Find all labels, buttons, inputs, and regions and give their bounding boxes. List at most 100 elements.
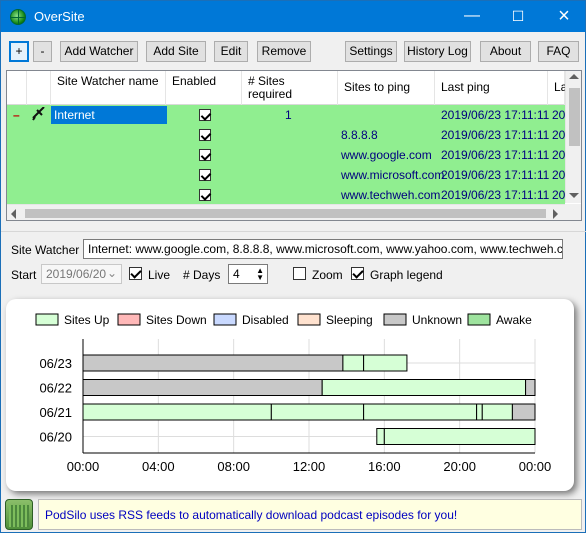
maximize-button[interactable]: ☐: [495, 1, 541, 32]
grid-header-last-column[interactable]: La: [548, 71, 567, 105]
graph-legend-checkbox[interactable]: [351, 267, 364, 280]
scroll-down-icon[interactable]: [569, 193, 579, 198]
last-column-value: 20: [552, 128, 566, 142]
site-to-ping: www.google.com: [341, 148, 432, 162]
podsilo-message[interactable]: PodSilo uses RSS feeds to automatically …: [38, 499, 582, 530]
legend-swatch: [213, 313, 237, 326]
last-ping: 2019/06/23 17:11:11: [441, 148, 550, 162]
grid-header-sites-required[interactable]: # Sites required: [242, 71, 338, 105]
enabled-checkbox[interactable]: [199, 109, 211, 121]
history-chart: Sites Up Sites Down Disabled Sleeping Unknow…: [35, 313, 552, 474]
last-ping: 2019/06/23 17:11:11: [441, 168, 550, 182]
table-row[interactable]: www.microsoft.com 2019/06/23 17:11:11 20: [7, 165, 565, 185]
enabled-checkbox[interactable]: [199, 169, 211, 181]
live-label: Live: [148, 268, 171, 282]
history-bar-segment: [511, 403, 536, 421]
legend-label: Sites Up: [64, 313, 110, 327]
podsilo-icon[interactable]: [5, 499, 33, 530]
legend-swatch: [297, 313, 321, 326]
table-row[interactable]: www.google.com 2019/06/23 17:11:11 20: [7, 145, 565, 165]
history-graph-panel: Sites Up Sites Down Disabled Sleeping Unknow…: [6, 299, 574, 491]
last-column-value: 20: [552, 168, 566, 182]
minimize-button[interactable]: —: [449, 1, 495, 32]
grid-header-expander: [7, 71, 27, 105]
legend-label: Awake: [496, 313, 532, 327]
legend-swatch: [467, 313, 491, 326]
collapse-button[interactable]: -: [33, 41, 52, 62]
y-tick-label: 06/20: [39, 430, 72, 445]
table-row[interactable]: – Internet 1 2019/06/23 17:11:11 20: [7, 105, 565, 125]
add-site-button[interactable]: Add Site: [146, 41, 206, 62]
remove-button[interactable]: Remove: [257, 41, 311, 62]
site-watcher-grid[interactable]: Site Watcher name Enabled # Sites requir…: [6, 70, 582, 221]
x-tick-label: 20:00: [443, 459, 476, 474]
history-bar-segment: [82, 379, 323, 396]
start-date-value: 2019/06/20: [46, 267, 107, 281]
add-watcher-button[interactable]: Add Watcher: [60, 41, 138, 62]
x-tick-label: 00:00: [519, 459, 552, 474]
live-checkbox[interactable]: [129, 267, 142, 280]
close-button[interactable]: ×: [541, 1, 586, 32]
faq-button[interactable]: FAQ: [538, 41, 579, 62]
edit-button[interactable]: Edit: [214, 41, 248, 62]
history-bar-segment: [363, 403, 478, 421]
site-to-ping: www.techweh.com: [341, 188, 441, 202]
legend-swatch: [117, 313, 141, 326]
history-bar-segment: [82, 354, 344, 372]
sites-required: 1: [285, 108, 292, 122]
horizontal-scroll-thumb[interactable]: [25, 209, 546, 218]
history-bar-segment: [481, 403, 513, 421]
expand-button[interactable]: +: [9, 41, 29, 62]
history-log-button[interactable]: History Log: [404, 41, 471, 62]
watcher-name[interactable]: Internet: [51, 106, 167, 124]
history-bar-segment: [82, 403, 272, 421]
last-ping: 2019/06/23 17:11:11: [441, 188, 550, 202]
enabled-checkbox[interactable]: [199, 149, 211, 161]
y-tick-label: 06/21: [39, 405, 72, 420]
vertical-scroll-thumb[interactable]: [569, 88, 580, 146]
vertical-scrollbar[interactable]: [565, 71, 581, 203]
y-tick-label: 06/22: [39, 381, 72, 396]
zoom-checkbox[interactable]: [293, 267, 306, 280]
about-button[interactable]: About: [480, 41, 531, 62]
start-date-picker[interactable]: 2019/06/20 ⌄: [41, 264, 122, 284]
graph-legend-label: Graph legend: [370, 268, 443, 282]
close-icon: ×: [558, 5, 570, 27]
table-row[interactable]: 8.8.8.8 2019/06/23 17:11:11 20: [7, 125, 565, 145]
legend-label: Sleeping: [326, 313, 373, 327]
minimize-icon: —: [464, 7, 480, 24]
scroll-up-icon[interactable]: [569, 74, 579, 79]
title-bar[interactable]: OverSite — ☐ ×: [1, 1, 585, 32]
settings-button[interactable]: Settings: [345, 41, 397, 62]
splitter[interactable]: [1, 231, 586, 232]
spinner-arrows-icon[interactable]: ▲ ▼: [256, 267, 264, 282]
legend-label: Disabled: [242, 313, 289, 327]
grid-header-site-watcher-name[interactable]: Site Watcher name: [51, 71, 166, 105]
last-column-value: 20: [552, 188, 566, 202]
table-row[interactable]: www.techweh.com 2019/06/23 17:11:11 20: [7, 185, 565, 205]
history-bar-segment: [376, 428, 385, 445]
chevron-down-icon[interactable]: ⌄: [107, 266, 117, 281]
grid-header-sites-to-ping[interactable]: Sites to ping: [338, 71, 435, 105]
legend-swatch: [35, 313, 59, 326]
maximize-icon: ☐: [511, 8, 525, 24]
oversite-window: OverSite — ☐ × + - Add Watcher Add Site …: [0, 0, 586, 533]
horizontal-scrollbar[interactable]: [7, 204, 565, 220]
enabled-checkbox[interactable]: [199, 189, 211, 201]
history-bar-segment: [383, 428, 536, 445]
scroll-left-icon[interactable]: [11, 209, 16, 219]
history-bar-segment: [342, 354, 365, 372]
last-column-value: 20: [552, 108, 566, 122]
days-stepper[interactable]: 4 ▲ ▼: [228, 264, 268, 284]
history-bar-segment: [363, 354, 408, 372]
grid-rows: – Internet 1 2019/06/23 17:11:11 20 8.8.…: [7, 105, 565, 204]
last-ping: 2019/06/23 17:11:11: [441, 108, 550, 122]
collapse-row-icon[interactable]: –: [13, 108, 20, 123]
grid-header-enabled[interactable]: Enabled: [166, 71, 242, 105]
enabled-checkbox[interactable]: [199, 129, 211, 141]
scroll-right-icon[interactable]: [553, 209, 558, 219]
site-watcher-field[interactable]: Internet: www.google.com, 8.8.8.8, www.m…: [83, 239, 563, 259]
grid-header-last-ping[interactable]: Last ping: [435, 71, 548, 105]
globe-icon: [10, 9, 26, 25]
scroll-corner: [565, 204, 581, 220]
